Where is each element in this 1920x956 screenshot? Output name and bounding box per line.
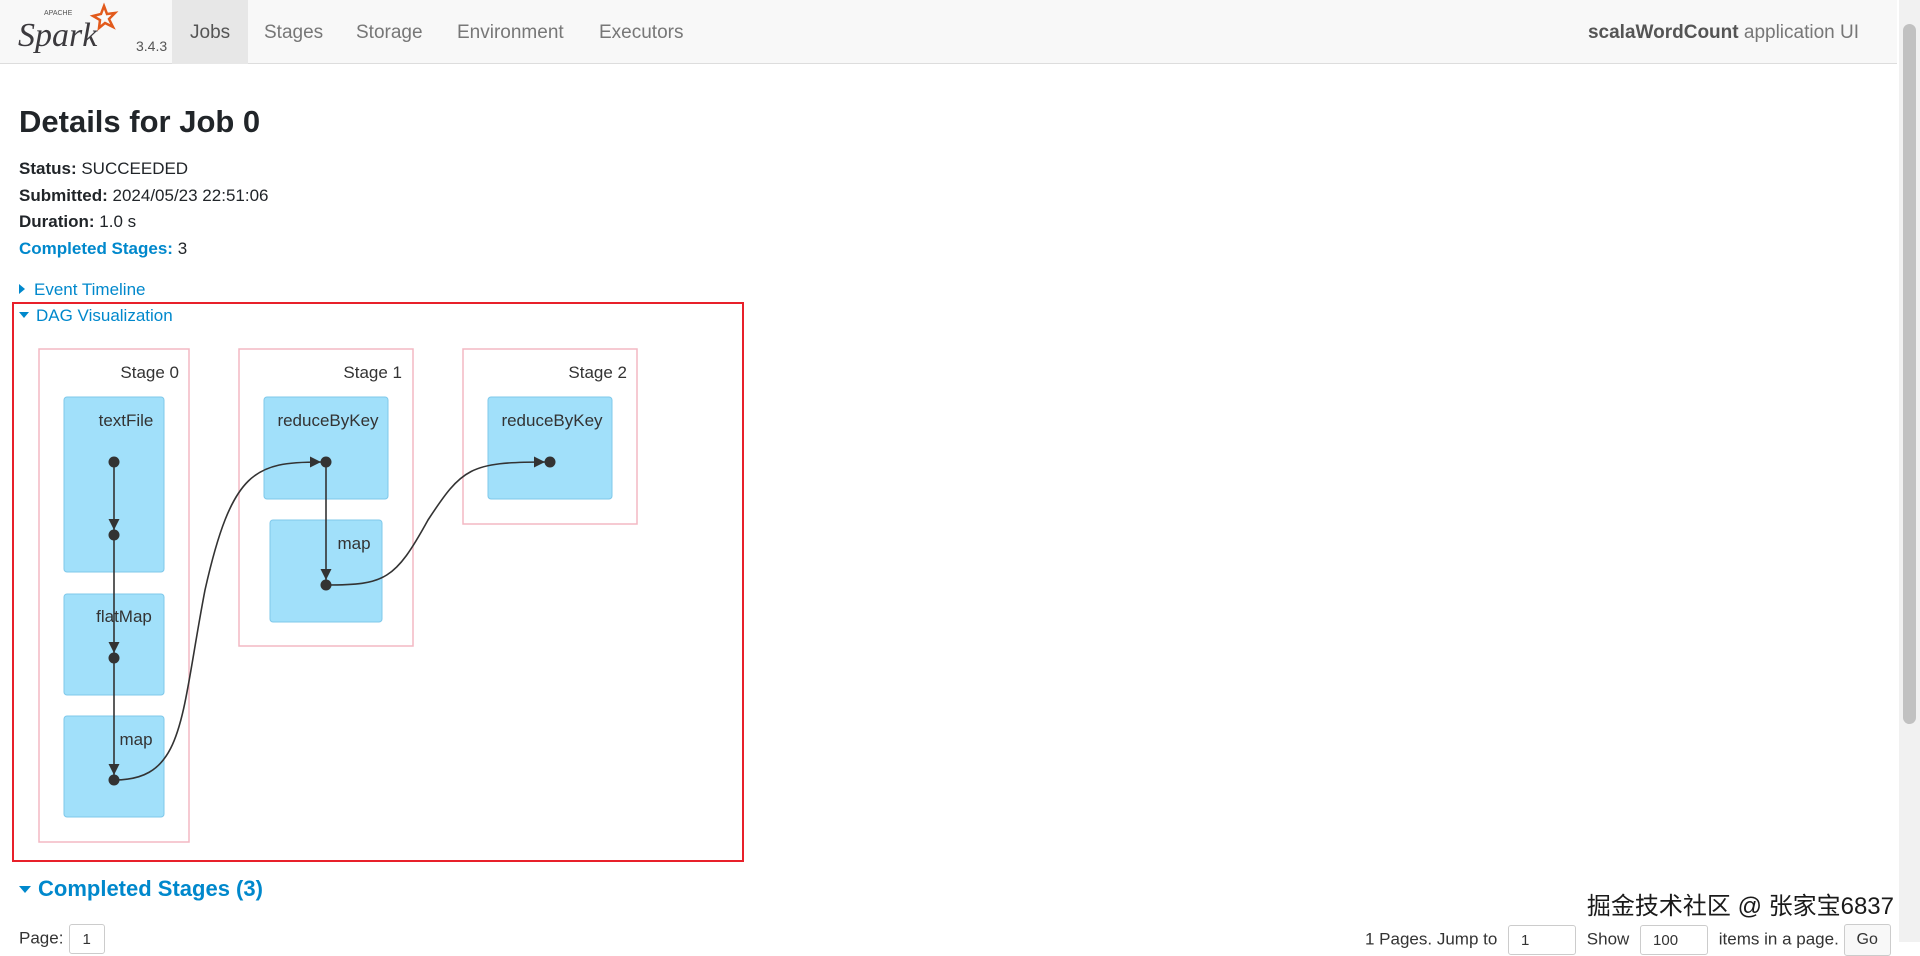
- completed-stages-header: Completed Stages (3): [38, 876, 263, 901]
- spark-wordmark: Spark: [18, 17, 98, 54]
- jump-to-page-input[interactable]: 1: [1508, 925, 1577, 955]
- duration-row: Duration: 1.0 s: [19, 209, 268, 236]
- tab-environment[interactable]: Environment: [439, 0, 582, 64]
- app-name: scalaWordCount: [1587, 22, 1739, 43]
- page-label: Page:: [19, 928, 64, 948]
- top-navbar: APACHE Spark 3.4.3 Jobs Stages Storage E…: [0, 0, 1897, 64]
- submitted-label: Submitted:: [19, 185, 108, 205]
- tab-executors-label: Executors: [599, 22, 684, 43]
- completed-stages-toggle[interactable]: Completed Stages (3): [19, 876, 263, 902]
- arrow-right-icon: [19, 284, 25, 294]
- tab-jobs[interactable]: Jobs: [172, 0, 249, 64]
- vertical-scrollbar[interactable]: [1899, 0, 1920, 942]
- go-button[interactable]: Go: [1843, 924, 1891, 956]
- tab-environment-label: Environment: [457, 22, 564, 43]
- apache-text: APACHE: [44, 10, 73, 17]
- app-suffix: application UI: [1738, 22, 1859, 43]
- spark-logo-icon: APACHE Spark: [18, 2, 119, 54]
- highlight-annotation-box: [12, 302, 744, 862]
- arrow-down-icon: [19, 886, 31, 893]
- tab-stages-label: Stages: [264, 22, 324, 43]
- job-summary: Status: SUCCEEDED Submitted: 2024/05/23 …: [19, 156, 268, 262]
- duration-label: Duration:: [19, 212, 95, 231]
- tab-executors[interactable]: Executors: [581, 0, 701, 64]
- credit-watermark: 掘金技术社区 @ 张家宝6837: [1586, 893, 1894, 920]
- tab-stages[interactable]: Stages: [246, 0, 341, 64]
- application-title: scalaWordCount application UI: [1588, 0, 1859, 64]
- pages-text: 1 Pages. Jump to: [1365, 929, 1498, 949]
- submitted-value: 2024/05/23 22:51:06: [107, 185, 269, 205]
- status-label: Status:: [19, 159, 77, 178]
- duration-value: 1.0 s: [94, 212, 137, 231]
- page-size-input[interactable]: 100: [1640, 925, 1709, 955]
- items-in-page-text: items in a page.: [1718, 929, 1839, 949]
- event-timeline-label: Event Timeline: [34, 280, 146, 299]
- page-number-field[interactable]: 1: [69, 924, 106, 954]
- status-value: SUCCEEDED: [76, 159, 189, 178]
- completed-stages-count: 3: [172, 238, 188, 258]
- pagination-left: Page: 1: [19, 924, 106, 954]
- tab-jobs-label: Jobs: [190, 22, 231, 43]
- completed-stages-row[interactable]: Completed Stages: 3: [19, 236, 268, 263]
- event-timeline-toggle[interactable]: Event Timeline: [19, 280, 146, 300]
- pagination-right: 1 Pages. Jump to 1 Show 100 items in a p…: [1365, 924, 1891, 956]
- page-title: Details for Job 0: [19, 104, 261, 139]
- status-row: Status: SUCCEEDED: [19, 156, 268, 183]
- spark-logo[interactable]: APACHE Spark 3.4.3: [16, 2, 168, 60]
- completed-stages-link[interactable]: Completed Stages:: [19, 239, 173, 258]
- tab-storage-label: Storage: [356, 22, 423, 43]
- scrollbar-thumb[interactable]: [1903, 24, 1916, 724]
- show-label: Show: [1586, 929, 1630, 949]
- submitted-row: Submitted: 2024/05/23 22:51:06: [19, 183, 268, 210]
- tab-storage[interactable]: Storage: [338, 0, 441, 64]
- spark-version: 3.4.3: [136, 38, 168, 54]
